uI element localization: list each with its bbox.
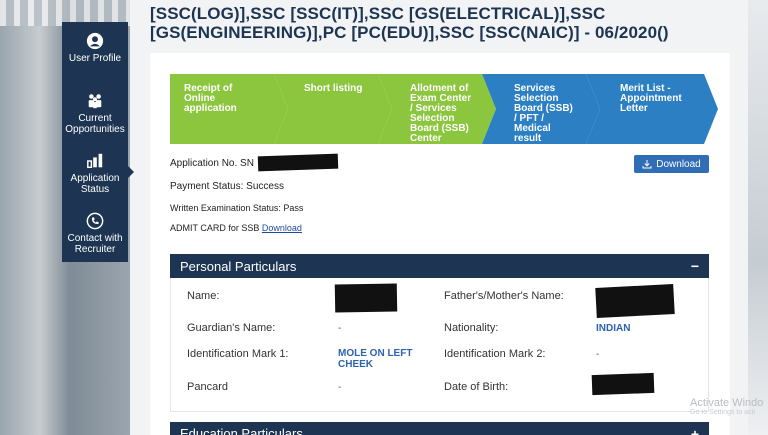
identification-mark-2-label: Identification Mark 2: bbox=[444, 348, 546, 360]
people-icon bbox=[88, 94, 102, 109]
step-merit-list: Merit List - Appointment Letter bbox=[586, 74, 720, 144]
personal-particulars-header[interactable]: Personal Particulars − bbox=[170, 254, 709, 278]
nationality-label: Nationality: bbox=[444, 322, 499, 334]
sidebar: User Profile Current Opportunities Appli… bbox=[62, 22, 134, 262]
step-short-listing: Short listing bbox=[274, 74, 392, 144]
progress-steps: Receipt of Online application Short list… bbox=[170, 74, 720, 144]
admit-card-row: ADMIT CARD for SSB Download bbox=[170, 223, 302, 233]
sidebar-item-user-profile[interactable]: User Profile bbox=[62, 22, 128, 82]
step-allotment: Allotment of Exam Center / Services Sele… bbox=[378, 74, 496, 144]
written-exam-label: Written Examination Status: bbox=[170, 203, 281, 213]
parent-name-label: Father's/Mother's Name: bbox=[444, 290, 564, 302]
education-particulars-header[interactable]: Education Particulars + bbox=[170, 422, 709, 435]
page-title-line-1: [SSC(LOG)],SSC [SSC(IT)],SSC [GS(ELECTRI… bbox=[150, 4, 606, 23]
redaction-bar bbox=[591, 372, 655, 396]
payment-status: Payment Status: Success bbox=[170, 181, 284, 192]
phone-icon bbox=[86, 212, 104, 230]
expand-toggle-icon[interactable]: + bbox=[691, 426, 699, 435]
date-of-birth-label: Date of Birth: bbox=[444, 381, 509, 393]
sidebar-item-label: Contact with Recruiter bbox=[67, 233, 123, 255]
application-number: Application No. SN bbox=[170, 158, 254, 169]
identification-mark-1-label: Identification Mark 1: bbox=[187, 348, 289, 360]
download-button-label: Download bbox=[656, 158, 701, 170]
sidebar-item-contact-recruiter[interactable]: Contact with Recruiter bbox=[62, 202, 128, 262]
sidebar-item-label: User Profile bbox=[68, 53, 122, 64]
section-title: Education Particulars bbox=[180, 426, 303, 435]
step-label: Short listing bbox=[304, 83, 363, 94]
guardian-name-label: Guardian's Name: bbox=[187, 322, 276, 334]
page-title-line-2: [GS(ENGINEERING)],PC [PC(EDU)],SSC [SSC(… bbox=[150, 23, 669, 42]
step-label: Receipt of Online application bbox=[184, 83, 237, 114]
collapse-toggle-icon[interactable]: − bbox=[691, 258, 699, 274]
name-label: Name: bbox=[187, 290, 220, 302]
admit-card-label: ADMIT CARD for SSB bbox=[170, 223, 260, 233]
watermark-line-2: Go to Settings to acti bbox=[690, 409, 755, 416]
activate-windows-watermark: Activate Windo Go to Settings to acti bbox=[690, 397, 763, 416]
pancard-value: - bbox=[338, 382, 342, 393]
identification-mark-2-value: - bbox=[596, 349, 600, 360]
user-icon bbox=[86, 32, 104, 50]
sidebar-item-application-status[interactable]: Application Status bbox=[62, 142, 134, 202]
watermark-line-1: Activate Windo bbox=[690, 397, 764, 409]
sidebar-item-label: Application Status bbox=[70, 173, 120, 195]
redaction-bar bbox=[257, 153, 339, 172]
written-exam-value: Pass bbox=[283, 203, 304, 213]
page-title: [SSC(LOG)],SSC [SSC(IT)],SSC [GS(ELECTRI… bbox=[150, 4, 750, 42]
step-ssb-result: Services Selection Board (SSB) / PFT / M… bbox=[482, 74, 600, 144]
section-title: Personal Particulars bbox=[180, 258, 297, 274]
step-receipt: Receipt of Online application bbox=[170, 74, 288, 144]
download-button[interactable]: Download bbox=[634, 155, 709, 173]
written-exam-status: Written Examination Status: Pass bbox=[170, 203, 303, 213]
nationality-value: INDIAN bbox=[596, 323, 631, 334]
step-label: Merit List - Appointment Letter bbox=[620, 83, 682, 114]
redaction-bar bbox=[334, 283, 398, 313]
sidebar-item-label: Current Opportunities bbox=[65, 113, 125, 135]
redaction-bar bbox=[595, 283, 675, 319]
admit-card-download-link[interactable]: Download bbox=[262, 223, 302, 233]
pancard-label: Pancard bbox=[187, 381, 228, 393]
sidebar-item-current-opportunities[interactable]: Current Opportunities bbox=[62, 82, 128, 142]
step-label: Services Selection Board (SSB) / PFT / M… bbox=[514, 83, 573, 144]
guardian-name-value: - bbox=[338, 323, 342, 334]
identification-mark-1-value: MOLE ON LEFT CHEEK bbox=[338, 348, 413, 370]
background-right-strip bbox=[748, 0, 768, 435]
step-label: Allotment of Exam Center / Services Sele… bbox=[410, 83, 472, 144]
chart-icon bbox=[87, 153, 103, 169]
download-icon bbox=[642, 160, 652, 169]
